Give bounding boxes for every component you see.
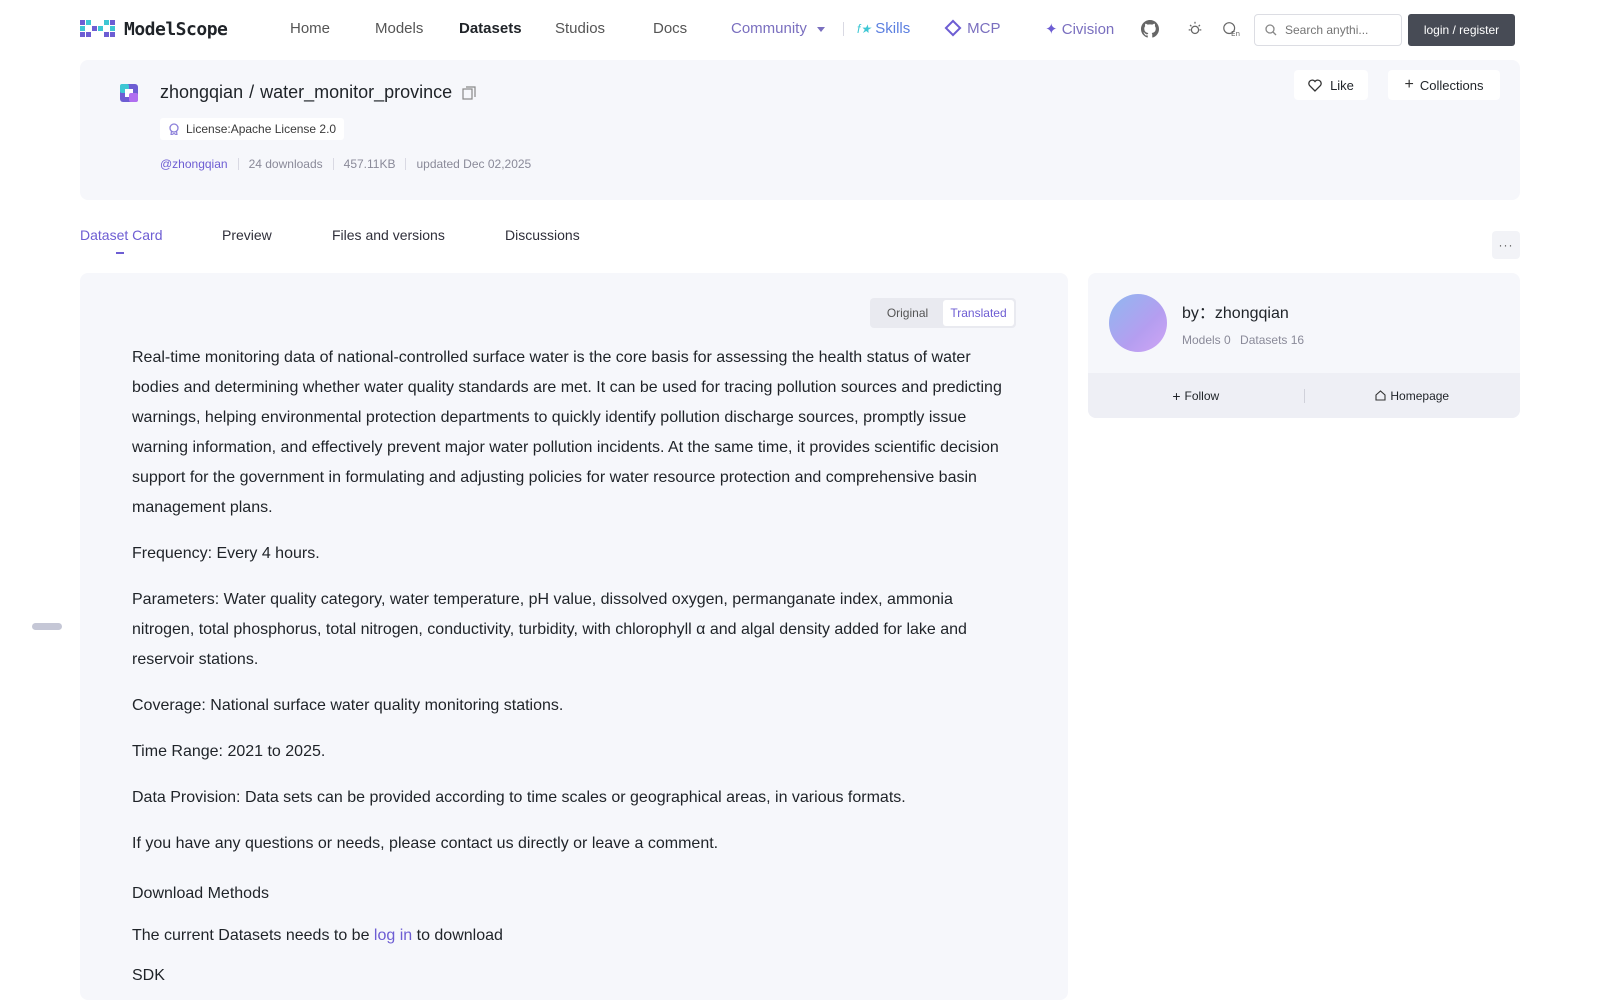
frequency-text: Frequency: Every 4 hours. (132, 545, 320, 562)
author-counts: Models 0 Datasets 16 (1182, 333, 1304, 347)
tab-preview[interactable]: Preview (222, 227, 272, 243)
nav-divider (843, 22, 844, 36)
logo-icon (80, 20, 115, 37)
login-link[interactable]: log in (374, 927, 412, 944)
plus-icon: + (1172, 387, 1181, 404)
nav-models[interactable]: Models (375, 20, 423, 37)
translation-toggle: Original Translated (870, 298, 1016, 328)
sdk-heading: SDK (132, 967, 165, 984)
updated-date: updated Dec 02,2025 (416, 157, 532, 171)
dataset-size: 457.11KB (343, 157, 396, 171)
nav-community-label: Community (731, 20, 807, 37)
models-count[interactable]: Models 0 (1182, 333, 1231, 347)
logo-text: ModelScope (124, 18, 228, 40)
github-icon[interactable] (1140, 19, 1160, 39)
side-drawer-handle[interactable] (32, 623, 62, 630)
parameters-text: Parameters: Water quality category, wate… (132, 591, 967, 668)
collections-label: Collections (1419, 77, 1484, 93)
dataset-card-content: Original Translated Real-time monitoring… (80, 273, 1068, 1000)
copy-icon[interactable] (462, 85, 476, 100)
tab-files-and-versions[interactable]: Files and versions (332, 227, 445, 243)
avatar[interactable] (1109, 294, 1167, 352)
author-name[interactable]: by：zhongqian (1182, 299, 1289, 323)
dataset-icon (120, 84, 138, 102)
login-notice-post: to download (412, 927, 503, 944)
homepage-label: Homepage (1390, 388, 1450, 403)
title-slash: / (249, 82, 255, 102)
follow-button[interactable]: + Follow (1088, 388, 1304, 404)
mcp-icon (944, 19, 962, 37)
owner-link[interactable]: @zhongqian (160, 157, 228, 171)
meta-divider (332, 158, 334, 170)
author-card: by：zhongqian Models 0 Datasets 16 + Foll… (1088, 273, 1520, 418)
dataset-meta: @zhongqian 24 downloads 457.11KB updated… (160, 157, 531, 171)
nav-studios[interactable]: Studios (555, 20, 605, 37)
nav-skills[interactable]: f★ Skills (857, 20, 910, 37)
meta-divider (405, 158, 407, 170)
collections-button[interactable]: + Collections (1388, 70, 1500, 100)
skills-icon: f★ (857, 22, 872, 36)
chevron-down-icon (817, 26, 826, 32)
download-methods-heading: Download Methods (132, 885, 269, 902)
datasets-count[interactable]: Datasets 16 (1240, 333, 1304, 347)
more-options-button[interactable]: ··· (1492, 231, 1520, 259)
search-box[interactable] (1254, 14, 1402, 46)
toggle-translated[interactable]: Translated (943, 300, 1014, 326)
top-navbar: ModelScope Home Models Datasets Studios … (0, 0, 1600, 58)
nav-skills-label: Skills (875, 20, 911, 37)
heart-icon (1308, 78, 1322, 92)
like-label: Like (1330, 77, 1354, 93)
tab-discussions[interactable]: Discussions (505, 227, 580, 243)
nav-community[interactable]: Community (731, 20, 826, 37)
tab-dataset-card[interactable]: Dataset Card (80, 227, 162, 243)
data-provision-text: Data Provision: Data sets can be provide… (132, 789, 906, 806)
sparkle-icon: ✦ (1045, 21, 1058, 38)
time-range-text: Time Range: 2021 to 2025. (132, 743, 326, 760)
dataset-title: zhongqian / water_monitor_province (160, 82, 476, 103)
search-icon (1265, 24, 1277, 36)
plus-icon: + (1404, 76, 1414, 93)
download-count: 24 downloads (248, 157, 323, 171)
nav-datasets[interactable]: Datasets (459, 20, 522, 37)
like-button[interactable]: Like (1294, 70, 1368, 100)
license-icon (169, 123, 179, 135)
contact-text: If you have any questions or needs, plea… (132, 835, 719, 852)
homepage-button[interactable]: Homepage (1305, 389, 1521, 403)
modelscope-logo[interactable]: ModelScope (80, 18, 228, 40)
active-tab-indicator (116, 252, 124, 254)
license-label: License:Apache License 2.0 (186, 122, 337, 136)
language-icon[interactable]: En (1221, 19, 1241, 39)
coverage-text: Coverage: National surface water quality… (132, 697, 564, 714)
nav-mcp-label: MCP (967, 20, 1001, 37)
readme-body: Real-time monitoring data of national-co… (132, 343, 1012, 991)
dataset-name: water_monitor_province (260, 82, 453, 102)
dataset-owner[interactable]: zhongqian (160, 82, 243, 103)
follow-label: Follow (1184, 388, 1220, 403)
description-paragraph: Real-time monitoring data of national-co… (132, 349, 1002, 516)
meta-divider (237, 158, 239, 170)
svg-text:En: En (1231, 29, 1240, 38)
login-register-button[interactable]: login / register (1408, 14, 1515, 46)
nav-civision-label: Civision (1061, 21, 1115, 38)
login-notice: The current Datasets needs to be log in … (132, 921, 1012, 951)
license-badge[interactable]: License:Apache License 2.0 (160, 118, 345, 140)
nav-civision[interactable]: ✦ Civision (1045, 20, 1114, 38)
author-actions: + Follow Homepage (1088, 373, 1520, 418)
dataset-header: zhongqian / water_monitor_province Licen… (80, 60, 1520, 200)
nav-home[interactable]: Home (290, 20, 330, 37)
toggle-original[interactable]: Original (872, 300, 943, 326)
nav-docs[interactable]: Docs (653, 20, 687, 37)
home-icon (1375, 390, 1386, 401)
login-notice-pre: The current Datasets needs to be (132, 927, 374, 944)
nav-mcp[interactable]: MCP (944, 19, 1001, 37)
theme-toggle-icon[interactable] (1185, 19, 1205, 39)
search-input[interactable] (1285, 23, 1397, 37)
